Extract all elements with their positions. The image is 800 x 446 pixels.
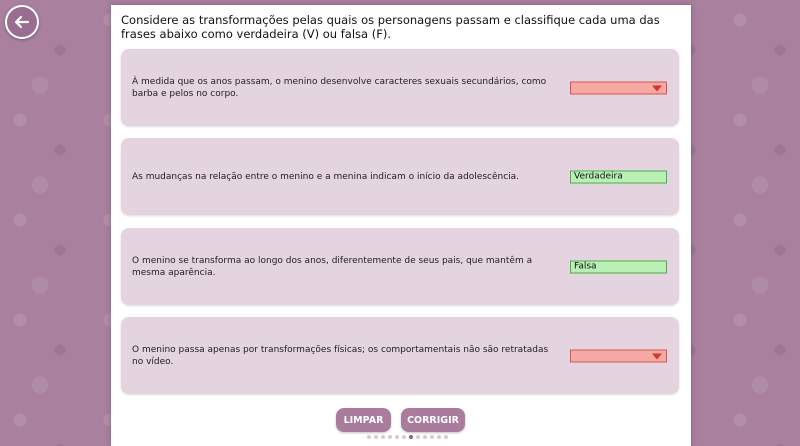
page-dot[interactable] xyxy=(395,435,399,439)
statement-text: As mudanças na relação entre o menino e … xyxy=(132,171,520,182)
clear-button[interactable]: LIMPAR xyxy=(336,408,391,432)
page-dot[interactable] xyxy=(437,435,441,439)
statement-text: O menino se transforma ao longo dos anos… xyxy=(132,255,533,278)
chevron-down-icon xyxy=(652,353,662,359)
page-dot[interactable] xyxy=(430,435,434,439)
page-dot[interactable] xyxy=(416,435,420,439)
arrow-left-icon xyxy=(14,15,30,29)
activity-panel: Considere as transformações pelas quais … xyxy=(111,5,691,446)
statement-card-4: O menino passa apenas por transformações… xyxy=(121,317,679,394)
page-dot[interactable] xyxy=(381,435,385,439)
statement-text: O menino passa apenas por transformações… xyxy=(132,344,549,367)
statement-text: À medida que os anos passam, o menino de… xyxy=(132,76,547,99)
page-dot[interactable] xyxy=(367,435,371,439)
statement-card-2: As mudanças na relação entre o menino e … xyxy=(121,138,679,215)
answer-select-4[interactable] xyxy=(570,349,667,362)
page-dot[interactable] xyxy=(388,435,392,439)
check-button[interactable]: CORRIGIR xyxy=(401,408,465,432)
back-button[interactable] xyxy=(5,5,39,39)
statement-card-3: O menino se transforma ao longo dos anos… xyxy=(121,228,679,305)
pagination-dots xyxy=(367,435,448,439)
answer-select-3[interactable]: Falsa xyxy=(570,260,667,273)
answer-select-1[interactable] xyxy=(570,81,667,94)
instructions-text: Considere as transformações pelas quais … xyxy=(121,13,660,41)
page-dot[interactable] xyxy=(409,435,413,439)
page-dot[interactable] xyxy=(402,435,406,439)
select-value: Verdadeira xyxy=(574,171,623,181)
page-dot[interactable] xyxy=(423,435,427,439)
answer-select-2[interactable]: Verdadeira xyxy=(570,170,667,183)
page-dot[interactable] xyxy=(374,435,378,439)
select-value: Falsa xyxy=(574,261,597,271)
chevron-down-icon xyxy=(652,85,662,91)
page-dot[interactable] xyxy=(444,435,448,439)
statement-card-1: À medida que os anos passam, o menino de… xyxy=(121,49,679,126)
